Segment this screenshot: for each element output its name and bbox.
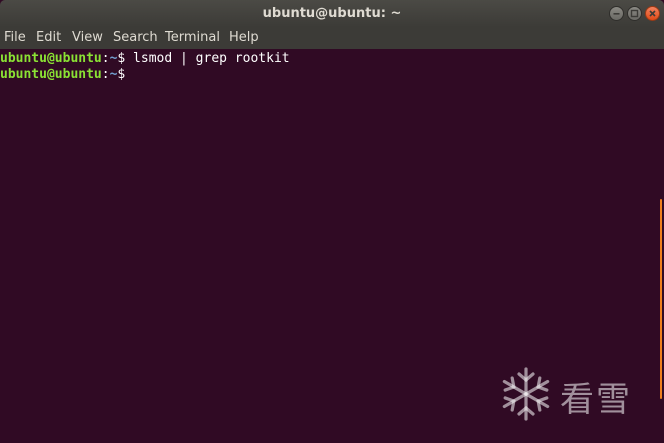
menu-terminal[interactable]: Terminal	[165, 27, 220, 49]
menu-view[interactable]: View	[72, 27, 103, 49]
snowflake-icon	[502, 367, 550, 421]
minimize-button[interactable]	[609, 6, 624, 21]
window-title: ubuntu@ubuntu: ~	[262, 6, 402, 21]
maximize-button[interactable]	[627, 6, 642, 21]
close-icon	[649, 10, 656, 17]
command-text: lsmod | grep rootkit	[125, 51, 290, 66]
prompt-user: ubuntu@ubuntu	[0, 51, 102, 66]
menu-file[interactable]: File	[4, 27, 26, 49]
maximize-icon	[630, 9, 639, 18]
menu-bar: File Edit View Search Terminal Help	[0, 27, 664, 49]
watermark-text: 看雪	[560, 380, 632, 420]
prompt-separator: :	[101, 51, 110, 66]
prompt-separator: :	[101, 67, 110, 82]
menu-edit[interactable]: Edit	[36, 27, 61, 49]
title-bar[interactable]: ubuntu@ubuntu: ~	[0, 0, 664, 27]
menu-search[interactable]: Search	[113, 27, 158, 49]
prompt-symbol: $	[117, 67, 126, 82]
prompt-user: ubuntu@ubuntu	[0, 67, 102, 82]
close-button[interactable]	[645, 6, 660, 21]
menu-help[interactable]: Help	[229, 27, 259, 49]
watermark: 看雪	[498, 366, 658, 426]
scrollbar[interactable]	[658, 49, 664, 443]
terminal-line: ubuntu@ubuntu:~$	[0, 67, 658, 83]
terminal-line: ubuntu@ubuntu:~$ lsmod | grep rootkit	[0, 51, 658, 67]
scrollbar-thumb[interactable]	[660, 199, 662, 399]
minimize-icon	[613, 13, 620, 15]
terminal-window: ubuntu@ubuntu: ~ File Edit View Search T…	[0, 0, 664, 443]
